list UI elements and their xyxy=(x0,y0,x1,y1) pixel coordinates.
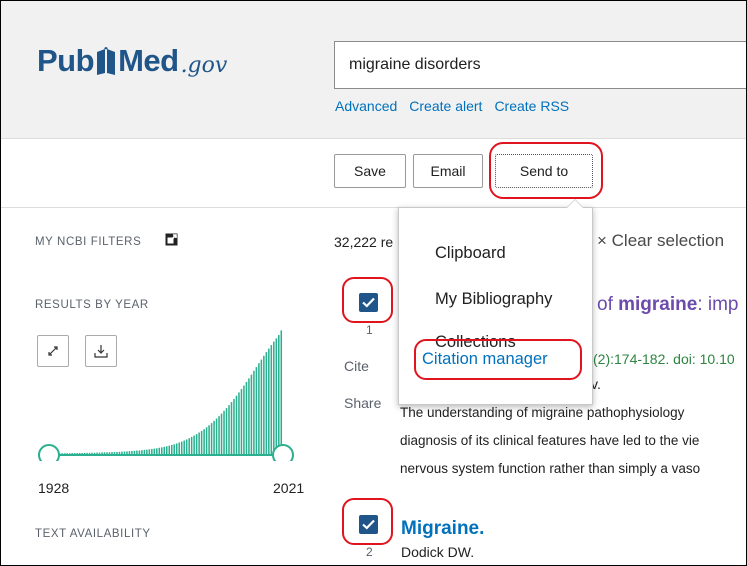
result-1-title-keyword: migraine xyxy=(618,294,698,315)
histogram-bar xyxy=(190,436,193,455)
histogram-bar xyxy=(228,405,230,455)
share-button[interactable]: Share xyxy=(344,395,381,411)
histogram-bar xyxy=(220,413,223,455)
histogram-bar xyxy=(248,378,250,455)
send-to-menu: Clipboard My Bibliography Collections Ci… xyxy=(398,199,593,405)
histogram-bar xyxy=(280,330,283,455)
text-availability-heading: TEXT AVAILABILITY xyxy=(35,528,151,540)
histogram-bar xyxy=(265,352,268,455)
histogram-bar xyxy=(161,447,163,455)
cite-button[interactable]: Cite xyxy=(344,358,369,374)
email-button[interactable]: Email xyxy=(413,154,483,188)
histogram-bar xyxy=(208,425,210,455)
histogram-bar xyxy=(243,385,245,455)
results-count: 32,222 re xyxy=(334,234,394,250)
histogram-bar xyxy=(168,445,171,455)
histogram-bar xyxy=(185,439,188,455)
clear-selection-button[interactable]: × Clear selection xyxy=(597,231,724,251)
histogram-bar xyxy=(178,442,180,455)
menu-item-citation-manager[interactable]: Citation manager xyxy=(422,350,548,369)
menu-item-clipboard[interactable]: Clipboard xyxy=(435,244,506,263)
histogram-bar xyxy=(263,355,265,455)
histogram-bar xyxy=(270,345,273,455)
histogram-bar xyxy=(156,448,158,455)
histogram-bar xyxy=(188,438,190,455)
histogram-bar xyxy=(245,381,248,455)
result-1-title-suffix: : imp xyxy=(697,294,739,315)
create-alert-link[interactable]: Create alert xyxy=(409,98,482,114)
histogram-bar xyxy=(250,374,253,455)
histogram-bar xyxy=(205,427,208,455)
result-2-checkbox[interactable] xyxy=(359,515,378,534)
histogram-bar xyxy=(255,367,258,455)
histogram-bar xyxy=(175,443,178,455)
year-end-label: 2021 xyxy=(273,480,305,496)
external-link-icon[interactable] xyxy=(165,233,178,246)
result-1-citation: (2):174-182. doi: 10.10 xyxy=(593,351,735,367)
histogram-bar xyxy=(193,435,195,455)
save-button[interactable]: Save xyxy=(334,154,406,188)
results-by-year-histogram[interactable] xyxy=(37,307,302,461)
histogram-bar xyxy=(268,348,270,455)
range-end-handle[interactable] xyxy=(272,444,294,461)
logo-med: Med xyxy=(118,43,179,78)
histogram-bar xyxy=(170,444,173,455)
histogram-bar xyxy=(233,398,235,455)
histogram-bar xyxy=(183,440,185,455)
logo-gov: .gov xyxy=(180,53,228,78)
histogram-bar xyxy=(210,423,213,455)
histogram-bar xyxy=(195,434,198,455)
search-input[interactable] xyxy=(335,42,746,88)
logo-pub: Pub xyxy=(37,43,95,78)
pubmed-logo[interactable]: Pub Med .gov xyxy=(37,43,227,79)
histogram-bar xyxy=(278,335,280,455)
histogram-bar xyxy=(163,446,166,455)
histogram-bar xyxy=(218,416,220,455)
histogram-bar xyxy=(215,418,218,455)
create-rss-link[interactable]: Create RSS xyxy=(494,98,569,114)
result-1-snippet-line-3: nervous system function rather than simp… xyxy=(400,461,701,476)
send-to-button[interactable]: Send to xyxy=(495,154,593,188)
histogram-bar xyxy=(180,441,183,455)
histogram-bar xyxy=(158,447,161,455)
search-box xyxy=(334,41,746,89)
histogram-bar xyxy=(203,429,205,455)
result-1-checkbox[interactable] xyxy=(359,293,378,312)
header: Pub Med .gov Advanced Create alert Creat… xyxy=(1,1,746,139)
histogram-bar xyxy=(235,395,238,455)
result-2-authors: Dodick DW. xyxy=(401,544,475,560)
result-1-snippet-line-2: diagnosis of its clinical features have … xyxy=(400,433,700,448)
year-start-label: 1928 xyxy=(38,480,70,496)
histogram-bar xyxy=(275,338,278,455)
histogram-bar xyxy=(230,402,233,455)
result-1-title-prefix: of xyxy=(597,294,619,315)
my-ncbi-filters-heading: MY NCBI FILTERS xyxy=(35,236,142,248)
histogram-bar xyxy=(253,370,255,455)
histogram-bar xyxy=(273,341,275,455)
histogram-bar xyxy=(240,389,243,455)
histogram-bar xyxy=(258,363,260,455)
book-icon xyxy=(97,47,116,75)
search-links: Advanced Create alert Create RSS xyxy=(335,98,569,114)
menu-item-my-bibliography[interactable]: My Bibliography xyxy=(435,290,552,309)
histogram-bar xyxy=(238,392,240,455)
result-1-number: 1 xyxy=(366,323,373,337)
histogram-bar xyxy=(198,432,200,455)
histogram-bar xyxy=(223,410,225,455)
result-1-title[interactable]: of migraine: imp xyxy=(597,294,739,316)
histogram-bar xyxy=(166,446,168,455)
histogram-bar xyxy=(213,420,215,455)
result-2-title[interactable]: Migraine. xyxy=(401,518,484,540)
result-2-number: 2 xyxy=(366,545,373,559)
histogram-bar xyxy=(260,359,263,455)
histogram-bar xyxy=(200,430,203,455)
checkmark-icon xyxy=(362,297,375,308)
pubmed-window: Pub Med .gov Advanced Create alert Creat… xyxy=(0,0,747,566)
histogram-bar xyxy=(225,408,228,455)
histogram-bar xyxy=(173,444,176,455)
checkmark-icon xyxy=(362,519,375,530)
advanced-link[interactable]: Advanced xyxy=(335,98,397,114)
range-start-handle[interactable] xyxy=(38,444,60,461)
result-1-snippet-line-1: The understanding of migraine pathophysi… xyxy=(400,405,685,420)
